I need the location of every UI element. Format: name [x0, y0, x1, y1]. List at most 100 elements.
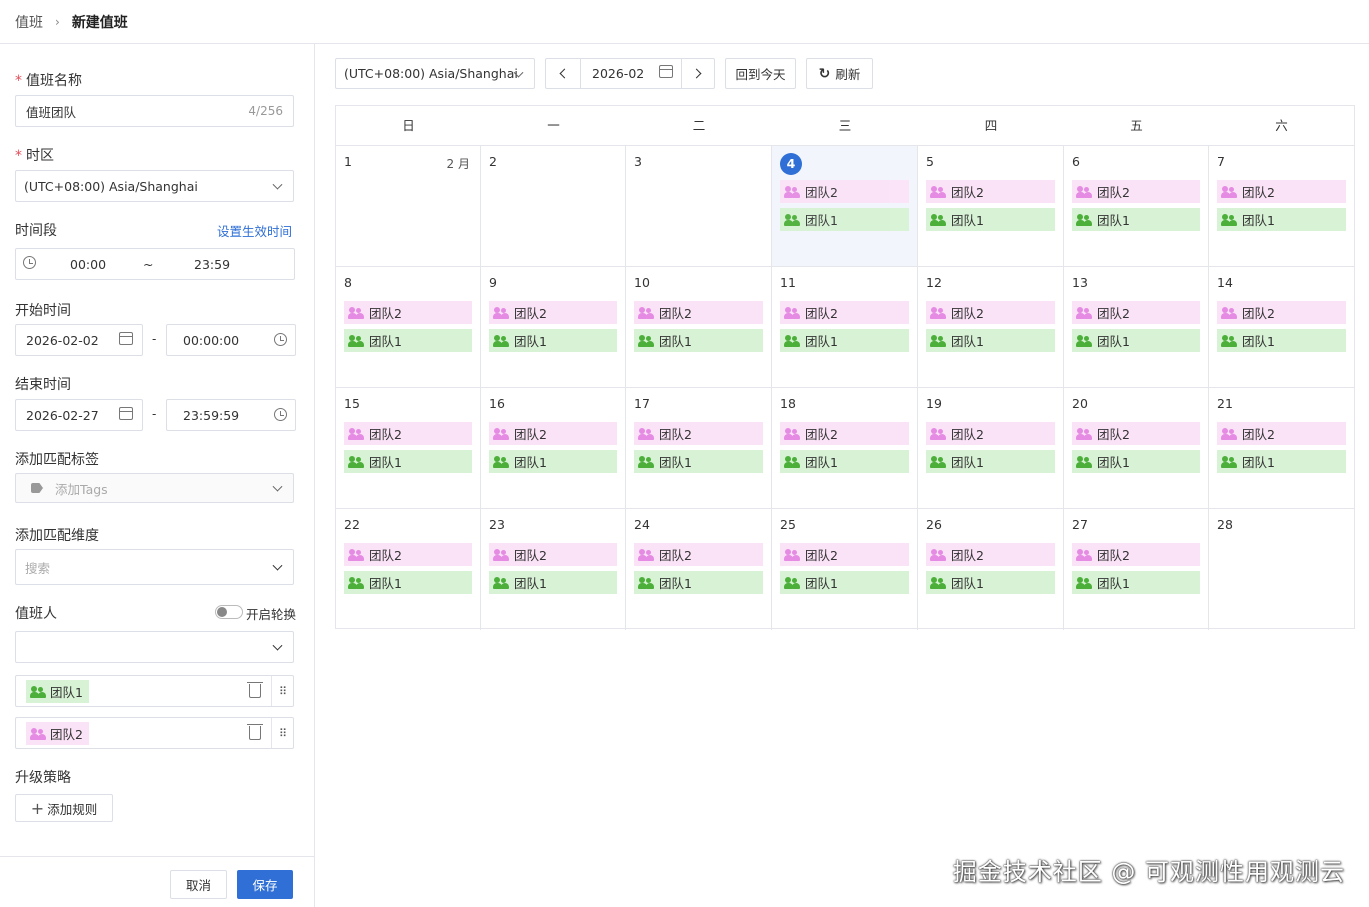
- tags-select[interactable]: 添加Tags: [15, 473, 294, 503]
- calendar-day-cell[interactable]: 24 团队2 团队1: [626, 509, 772, 630]
- oncall-event-team2[interactable]: 团队2: [489, 301, 617, 324]
- oncall-event-team1[interactable]: 团队1: [780, 208, 909, 231]
- calendar-timezone-select[interactable]: (UTC+08:00) Asia/Shanghai: [335, 58, 535, 89]
- rotate-toggle[interactable]: [215, 605, 243, 619]
- range-end-time[interactable]: 23:59: [194, 257, 230, 272]
- calendar-day-cell[interactable]: 3: [626, 146, 772, 267]
- calendar-day-cell[interactable]: 21 团队2 团队1: [1209, 388, 1354, 509]
- oncall-event-team2[interactable]: 团队2: [1217, 301, 1346, 324]
- calendar-day-cell[interactable]: 4 团队2 团队1: [772, 146, 918, 267]
- trash-icon[interactable]: [247, 724, 263, 740]
- oncall-event-team1[interactable]: 团队1: [926, 329, 1055, 352]
- calendar-day-cell[interactable]: 7 团队2 团队1: [1209, 146, 1354, 267]
- oncall-event-team2[interactable]: 团队2: [1072, 301, 1200, 324]
- oncall-event-team2[interactable]: 团队2: [634, 422, 763, 445]
- today-button[interactable]: 回到今天: [725, 58, 796, 89]
- oncall-event-team1[interactable]: 团队1: [1072, 208, 1200, 231]
- calendar-day-cell[interactable]: 26 团队2 团队1: [918, 509, 1064, 630]
- oncall-event-team1[interactable]: 团队1: [344, 450, 472, 473]
- calendar-day-cell[interactable]: 15 团队2 团队1: [336, 388, 481, 509]
- oncall-event-team1[interactable]: 团队1: [344, 571, 472, 594]
- calendar-day-cell[interactable]: 22 团队2 团队1: [336, 509, 481, 630]
- oncall-event-team1[interactable]: 团队1: [344, 329, 472, 352]
- set-effective-time-link[interactable]: 设置生效时间: [217, 221, 292, 240]
- oncall-event-team2[interactable]: 团队2: [344, 301, 472, 324]
- oncall-event-team1[interactable]: 团队1: [926, 208, 1055, 231]
- calendar-day-cell[interactable]: 18 团队2 团队1: [772, 388, 918, 509]
- save-button[interactable]: 保存: [237, 870, 293, 899]
- oncall-event-team2[interactable]: 团队2: [344, 422, 472, 445]
- trash-icon[interactable]: [247, 682, 263, 698]
- oncall-event-team2[interactable]: 团队2: [1072, 422, 1200, 445]
- calendar-day-cell[interactable]: 20 团队2 团队1: [1064, 388, 1209, 509]
- calendar-day-cell[interactable]: 10 团队2 团队1: [626, 267, 772, 388]
- start-date-input[interactable]: 2026-02-02: [15, 324, 143, 356]
- add-rule-button[interactable]: + 添加规则: [15, 794, 113, 822]
- calendar-day-cell[interactable]: 23 团队2 团队1: [481, 509, 626, 630]
- oncall-event-team1[interactable]: 团队1: [1072, 571, 1200, 594]
- oncall-event-team1[interactable]: 团队1: [926, 450, 1055, 473]
- oncall-event-team2[interactable]: 团队2: [780, 422, 909, 445]
- oncall-event-team1[interactable]: 团队1: [489, 571, 617, 594]
- dimension-search[interactable]: 搜索: [15, 549, 294, 585]
- calendar-day-cell[interactable]: 27 团队2 团队1: [1064, 509, 1209, 630]
- drag-handle-icon[interactable]: ⠿: [271, 676, 293, 706]
- calendar-day-cell[interactable]: 11 团队2 团队1: [772, 267, 918, 388]
- drag-handle-icon[interactable]: ⠿: [271, 718, 293, 748]
- range-start-time[interactable]: 00:00: [70, 257, 106, 272]
- oncall-event-team2[interactable]: 团队2: [634, 543, 763, 566]
- calendar-day-cell[interactable]: 1 2 月: [336, 146, 481, 267]
- oncall-event-team2[interactable]: 团队2: [1072, 180, 1200, 203]
- oncall-event-team1[interactable]: 团队1: [926, 571, 1055, 594]
- oncall-event-team2[interactable]: 团队2: [489, 422, 617, 445]
- oncall-event-team1[interactable]: 团队1: [1217, 208, 1346, 231]
- refresh-button[interactable]: ↻ 刷新: [806, 58, 873, 89]
- oncall-event-team1[interactable]: 团队1: [780, 571, 909, 594]
- oncall-event-team1[interactable]: 团队1: [634, 329, 763, 352]
- oncall-event-team2[interactable]: 团队2: [926, 543, 1055, 566]
- timezone-select[interactable]: (UTC+08:00) Asia/Shanghai: [15, 170, 294, 202]
- cancel-button[interactable]: 取消: [170, 870, 227, 899]
- end-time-input[interactable]: 23:59:59: [166, 399, 296, 431]
- calendar-day-cell[interactable]: 28: [1209, 509, 1354, 630]
- calendar-day-cell[interactable]: 14 团队2 团队1: [1209, 267, 1354, 388]
- next-month-button[interactable]: [681, 59, 714, 88]
- oncall-event-team2[interactable]: 团队2: [780, 180, 909, 203]
- prev-month-button[interactable]: [546, 59, 581, 88]
- calendar-day-cell[interactable]: 19 团队2 团队1: [918, 388, 1064, 509]
- oncall-event-team2[interactable]: 团队2: [1072, 543, 1200, 566]
- month-picker[interactable]: 2026-02: [581, 59, 681, 88]
- oncall-event-team2[interactable]: 团队2: [780, 543, 909, 566]
- calendar-day-cell[interactable]: 17 团队2 团队1: [626, 388, 772, 509]
- oncall-event-team2[interactable]: 团队2: [926, 180, 1055, 203]
- end-date-input[interactable]: 2026-02-27: [15, 399, 143, 431]
- calendar-day-cell[interactable]: 13 团队2 团队1: [1064, 267, 1209, 388]
- start-time-input[interactable]: 00:00:00: [166, 324, 296, 356]
- oncall-event-team1[interactable]: 团队1: [780, 450, 909, 473]
- calendar-day-cell[interactable]: 16 团队2 团队1: [481, 388, 626, 509]
- oncall-event-team2[interactable]: 团队2: [926, 422, 1055, 445]
- oncall-event-team2[interactable]: 团队2: [344, 543, 472, 566]
- oncall-event-team1[interactable]: 团队1: [489, 450, 617, 473]
- oncall-event-team2[interactable]: 团队2: [1217, 180, 1346, 203]
- oncall-event-team2[interactable]: 团队2: [489, 543, 617, 566]
- calendar-day-cell[interactable]: 2: [481, 146, 626, 267]
- calendar-day-cell[interactable]: 12 团队2 团队1: [918, 267, 1064, 388]
- calendar-day-cell[interactable]: 9 团队2 团队1: [481, 267, 626, 388]
- calendar-day-cell[interactable]: 6 团队2 团队1: [1064, 146, 1209, 267]
- calendar-day-cell[interactable]: 8 团队2 团队1: [336, 267, 481, 388]
- calendar-day-cell[interactable]: 5 团队2 团队1: [918, 146, 1064, 267]
- breadcrumb-parent[interactable]: 值班: [15, 12, 43, 32]
- oncall-event-team1[interactable]: 团队1: [780, 329, 909, 352]
- calendar-day-cell[interactable]: 25 团队2 团队1: [772, 509, 918, 630]
- oncall-event-team1[interactable]: 团队1: [1217, 450, 1346, 473]
- oncall-event-team1[interactable]: 团队1: [489, 329, 617, 352]
- oncall-event-team2[interactable]: 团队2: [634, 301, 763, 324]
- oncall-event-team1[interactable]: 团队1: [634, 450, 763, 473]
- oncall-event-team2[interactable]: 团队2: [926, 301, 1055, 324]
- name-input[interactable]: 值班团队 4/256: [15, 95, 294, 127]
- time-range-picker[interactable]: 00:00 ~ 23:59: [15, 248, 295, 280]
- oncall-event-team2[interactable]: 团队2: [1217, 422, 1346, 445]
- oncall-event-team1[interactable]: 团队1: [634, 571, 763, 594]
- oncall-event-team1[interactable]: 团队1: [1072, 450, 1200, 473]
